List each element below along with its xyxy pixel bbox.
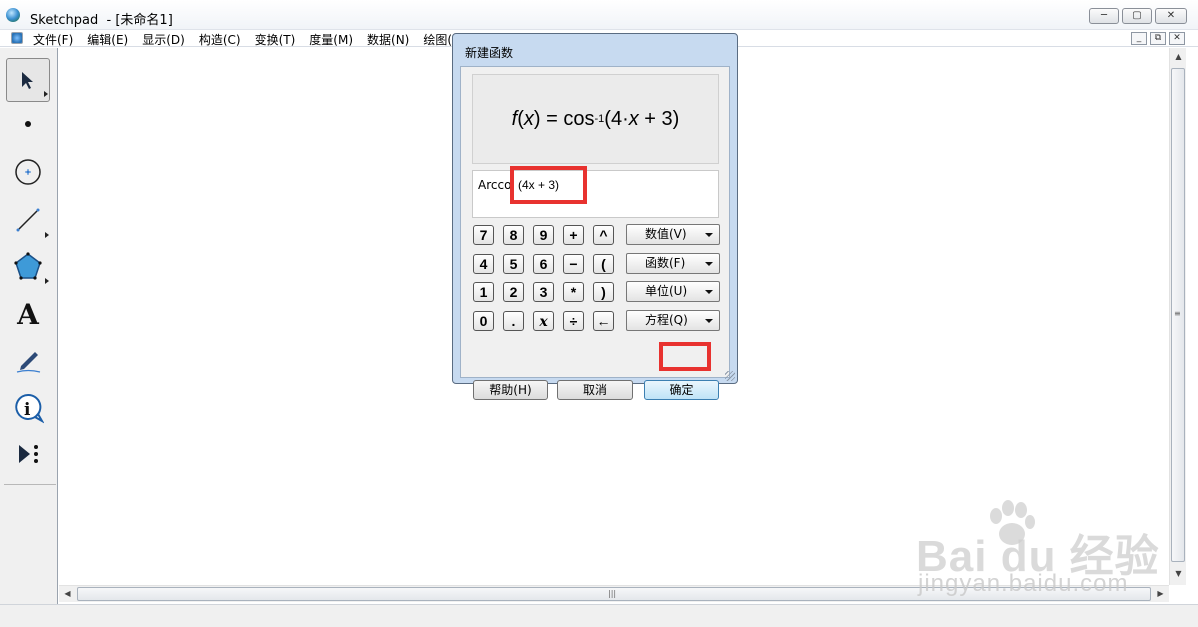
key-4[interactable]: 4: [473, 254, 494, 274]
doc-close-button[interactable]: ✕: [1169, 32, 1185, 45]
status-bar: [0, 604, 1198, 627]
key-7[interactable]: 7: [473, 225, 494, 245]
scroll-up-icon[interactable]: ▲: [1170, 52, 1187, 61]
new-function-dialog: 新建函数 f(x) = cos -1 (4· x + 3) Arcco (4x + 3…: [452, 33, 738, 400]
text-tool[interactable]: A: [6, 292, 50, 336]
dropdown-arrow-icon: [705, 233, 713, 237]
text-a-icon: A: [17, 297, 39, 331]
scroll-down-icon[interactable]: ▼: [1170, 569, 1187, 578]
straightedge-icon: [16, 208, 40, 232]
menu-file[interactable]: 文件(F): [33, 31, 73, 48]
key-5[interactable]: 5: [503, 254, 524, 274]
arrow-select-icon: [22, 72, 33, 89]
values-dropdown-label: 数值(V): [645, 227, 687, 241]
menu-edit[interactable]: 编辑(E): [87, 31, 128, 48]
function-preview: f(x) = cos -1 (4· x + 3): [472, 74, 719, 164]
preview-equals-cos: = cos: [540, 107, 595, 130]
functions-dropdown-label: 函数(F): [645, 256, 686, 270]
doc-restore-button[interactable]: ⧉: [1150, 32, 1166, 45]
polygon-tool[interactable]: [6, 244, 50, 288]
ok-button[interactable]: 确定: [644, 380, 719, 400]
key-2[interactable]: 2: [503, 282, 524, 302]
dialog-body: f(x) = cos -1 (4· x + 3) Arcco (4x + 3) 7 8…: [460, 66, 730, 400]
help-button[interactable]: 帮助(H): [473, 380, 548, 400]
key-multiply[interactable]: *: [563, 282, 584, 302]
units-dropdown-label: 单位(U): [645, 284, 688, 298]
preview-variable: x: [523, 107, 534, 130]
key-x[interactable]: x: [533, 311, 554, 331]
minimize-button[interactable]: ─: [1089, 8, 1119, 24]
key-minus[interactable]: −: [563, 254, 584, 274]
menu-display[interactable]: 显示(D): [142, 31, 185, 48]
key-close-paren[interactable]: ): [593, 282, 614, 302]
key-0[interactable]: 0: [473, 311, 494, 331]
preview-argument: (4·: [604, 107, 629, 130]
toolbox: A i: [0, 48, 58, 606]
preview-paren: (: [517, 107, 524, 130]
key-3[interactable]: 3: [533, 282, 554, 302]
window-title: Sketchpad - [未命名1]: [30, 13, 173, 28]
preview-paren: ): [533, 107, 541, 130]
key-8[interactable]: 8: [503, 225, 524, 245]
key-power[interactable]: ^: [593, 225, 614, 245]
key-6[interactable]: 6: [533, 254, 554, 274]
functions-dropdown[interactable]: 函数(F): [626, 253, 720, 274]
scroll-grip-icon: ≡: [1174, 309, 1181, 318]
equations-dropdown[interactable]: 方程(Q): [626, 310, 720, 331]
expression-function-text: Arcco: [478, 178, 512, 192]
close-window-button[interactable]: ✕: [1155, 8, 1187, 24]
doc-minimize-button[interactable]: _: [1131, 32, 1147, 45]
vertical-scrollbar[interactable]: ▲ ≡ ▼: [1169, 48, 1186, 585]
key-open-paren[interactable]: (: [593, 254, 614, 274]
key-backspace[interactable]: ←: [593, 311, 614, 331]
cancel-button[interactable]: 取消: [557, 380, 633, 400]
menu-transform[interactable]: 变换(T): [255, 31, 296, 48]
maximize-button[interactable]: ▢: [1122, 8, 1152, 24]
sketchpad-app-icon: [6, 8, 20, 22]
svg-text:i: i: [24, 400, 31, 420]
highlight-box: [659, 342, 711, 371]
arrow-tool[interactable]: [6, 58, 50, 102]
dropdown-arrow-icon: [705, 262, 713, 266]
menu-data[interactable]: 数据(N): [367, 31, 409, 48]
line-tool[interactable]: [6, 198, 50, 242]
information-icon: i: [15, 393, 44, 424]
key-divide[interactable]: ÷: [563, 311, 584, 331]
compass-tool[interactable]: [6, 150, 50, 194]
document-icon[interactable]: [11, 32, 23, 44]
compass-circle-icon: [15, 159, 41, 185]
custom-tools-icon: [19, 445, 38, 463]
scroll-grip-icon: |||: [608, 589, 617, 598]
key-decimal[interactable]: .: [503, 311, 524, 331]
preview-argument-variable: x: [628, 107, 639, 130]
vertical-scroll-thumb[interactable]: ≡: [1171, 68, 1185, 562]
key-x-label: x: [539, 314, 548, 330]
resize-grip-icon[interactable]: [725, 371, 735, 381]
point-icon: [25, 121, 31, 127]
watermark-url: jingyan.baidu.com: [918, 570, 1129, 597]
key-1[interactable]: 1: [473, 282, 494, 302]
scroll-right-icon[interactable]: ▶: [1152, 589, 1169, 598]
key-9[interactable]: 9: [533, 225, 554, 245]
point-tool[interactable]: [6, 102, 50, 146]
info-tool[interactable]: i: [6, 386, 50, 430]
marker-pen-icon: [16, 352, 41, 373]
dropdown-arrow-icon: [705, 290, 713, 294]
menu-measure[interactable]: 度量(M): [309, 31, 353, 48]
title-bar: Sketchpad - [未命名1] ─ ▢ ✕: [0, 0, 1198, 30]
menu-construct[interactable]: 构造(C): [199, 31, 241, 48]
highlight-box: [510, 166, 587, 204]
dialog-title: 新建函数: [465, 46, 514, 60]
key-plus[interactable]: +: [563, 225, 584, 245]
scroll-left-icon[interactable]: ◀: [59, 589, 76, 598]
units-dropdown[interactable]: 单位(U): [626, 281, 720, 302]
custom-tool[interactable]: [6, 432, 50, 476]
dropdown-arrow-icon: [705, 319, 713, 323]
values-dropdown[interactable]: 数值(V): [626, 224, 720, 245]
preview-inverse-exponent: -1: [594, 113, 605, 125]
equations-dropdown-label: 方程(Q): [645, 313, 688, 327]
marker-tool[interactable]: [6, 338, 50, 382]
polygon-icon: [14, 252, 42, 280]
preview-argument-rest: + 3): [638, 107, 680, 130]
